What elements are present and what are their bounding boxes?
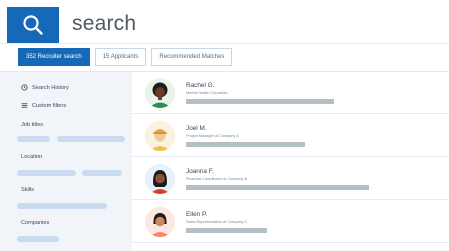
- list-item[interactable]: Joel M. Project Manager at Company A: [132, 115, 449, 157]
- candidate-name[interactable]: Ellen P.: [186, 211, 207, 218]
- tab-applicants[interactable]: 15 Applicants: [94, 48, 147, 66]
- placeholder-text-bar: [186, 228, 267, 233]
- avatar: [145, 78, 175, 108]
- filter-chip[interactable]: [17, 136, 50, 142]
- search-history-link[interactable]: Search History: [21, 84, 69, 91]
- section-job-titles: Job titles: [21, 122, 44, 128]
- filter-chip[interactable]: [57, 136, 125, 142]
- tab-recruiter-search[interactable]: 352 Recruiter search: [18, 48, 90, 66]
- candidate-name[interactable]: Joel M.: [186, 125, 207, 132]
- search-history-label: Search History: [32, 84, 69, 91]
- custom-filters-link[interactable]: Custom filters: [21, 102, 66, 109]
- filter-sidebar: Search History Custom filters Job titles…: [0, 71, 132, 251]
- candidate-name[interactable]: Rachel G.: [186, 82, 214, 89]
- top-search-bar: search: [0, 0, 449, 43]
- section-skills: Skills: [21, 187, 35, 193]
- avatar-joel: [145, 121, 175, 151]
- candidate-name[interactable]: Joanna F.: [186, 168, 214, 175]
- history-icon: [21, 84, 28, 91]
- filter-chip[interactable]: [17, 170, 76, 176]
- list-item[interactable]: Ellen P. Sales Representative at Company…: [132, 201, 449, 243]
- search-input[interactable]: search: [72, 12, 136, 36]
- filter-chip[interactable]: [17, 236, 59, 242]
- avatar: [145, 164, 175, 194]
- header-divider: [0, 43, 449, 44]
- filter-lines-icon: [21, 103, 28, 108]
- avatar-joanna: [145, 164, 175, 194]
- result-tabs: 352 Recruiter search 15 Applicants Recom…: [18, 48, 233, 66]
- filter-chip[interactable]: [17, 203, 107, 209]
- candidate-role: Project Manager at Company A: [186, 134, 239, 138]
- search-icon: [23, 15, 43, 35]
- filter-chip[interactable]: [82, 170, 122, 176]
- placeholder-text-bar: [186, 99, 334, 104]
- candidate-role: Financial Coordinator at Company B: [186, 177, 248, 181]
- avatar-ellen: [145, 207, 175, 237]
- list-item[interactable]: Rachel G. Mental Health Counselor: [132, 72, 449, 114]
- placeholder-text-bar: [186, 185, 369, 190]
- candidate-role: Mental Health Counselor: [186, 91, 228, 95]
- tab-recommended-matches[interactable]: Recommended Matches: [151, 48, 233, 66]
- candidate-role: Sales Representative at Company C: [186, 220, 248, 224]
- avatar: [145, 207, 175, 237]
- search-button[interactable]: [7, 7, 59, 43]
- custom-filters-label: Custom filters: [32, 102, 67, 109]
- placeholder-text-bar: [186, 142, 305, 147]
- list-item[interactable]: Joanna F. Financial Coordinator at Compa…: [132, 158, 449, 200]
- section-location: Location: [21, 154, 43, 160]
- avatar: [145, 121, 175, 151]
- avatar-rachel: [145, 78, 175, 108]
- section-companies: Companies: [21, 220, 50, 226]
- candidate-list: Rachel G. Mental Health Counselor Joel M…: [132, 71, 449, 251]
